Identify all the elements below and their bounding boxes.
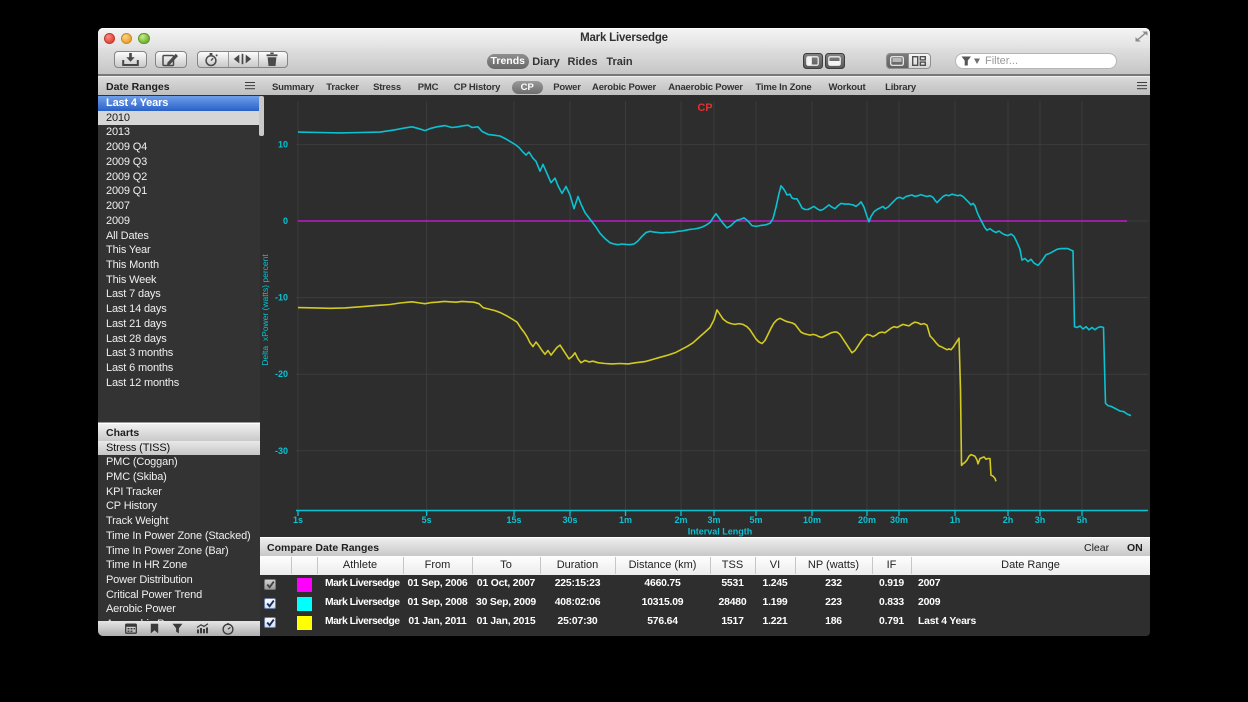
svg-text:2h: 2h <box>1003 515 1014 525</box>
svg-text:-30: -30 <box>275 446 288 456</box>
svg-text:15s: 15s <box>506 515 521 525</box>
svg-text:Interval Length: Interval Length <box>688 527 753 537</box>
svg-text:CP: CP <box>697 102 712 114</box>
svg-text:3m: 3m <box>707 515 720 525</box>
svg-text:20m: 20m <box>858 515 876 525</box>
svg-text:-10: -10 <box>275 293 288 303</box>
svg-text:Delta xPower (watts) percent: Delta xPower (watts) percent <box>260 254 270 366</box>
svg-text:5h: 5h <box>1077 515 1088 525</box>
svg-text:1h: 1h <box>950 515 961 525</box>
svg-text:5m: 5m <box>749 515 762 525</box>
svg-text:30s: 30s <box>562 515 577 525</box>
svg-text:2m: 2m <box>674 515 687 525</box>
svg-text:1m: 1m <box>619 515 632 525</box>
svg-text:10m: 10m <box>803 515 821 525</box>
svg-text:30m: 30m <box>890 515 908 525</box>
svg-text:1s: 1s <box>293 515 303 525</box>
svg-text:-20: -20 <box>275 369 288 379</box>
svg-text:10: 10 <box>278 139 288 149</box>
svg-text:5s: 5s <box>422 515 432 525</box>
svg-text:0: 0 <box>283 216 288 226</box>
svg-text:3h: 3h <box>1035 515 1046 525</box>
